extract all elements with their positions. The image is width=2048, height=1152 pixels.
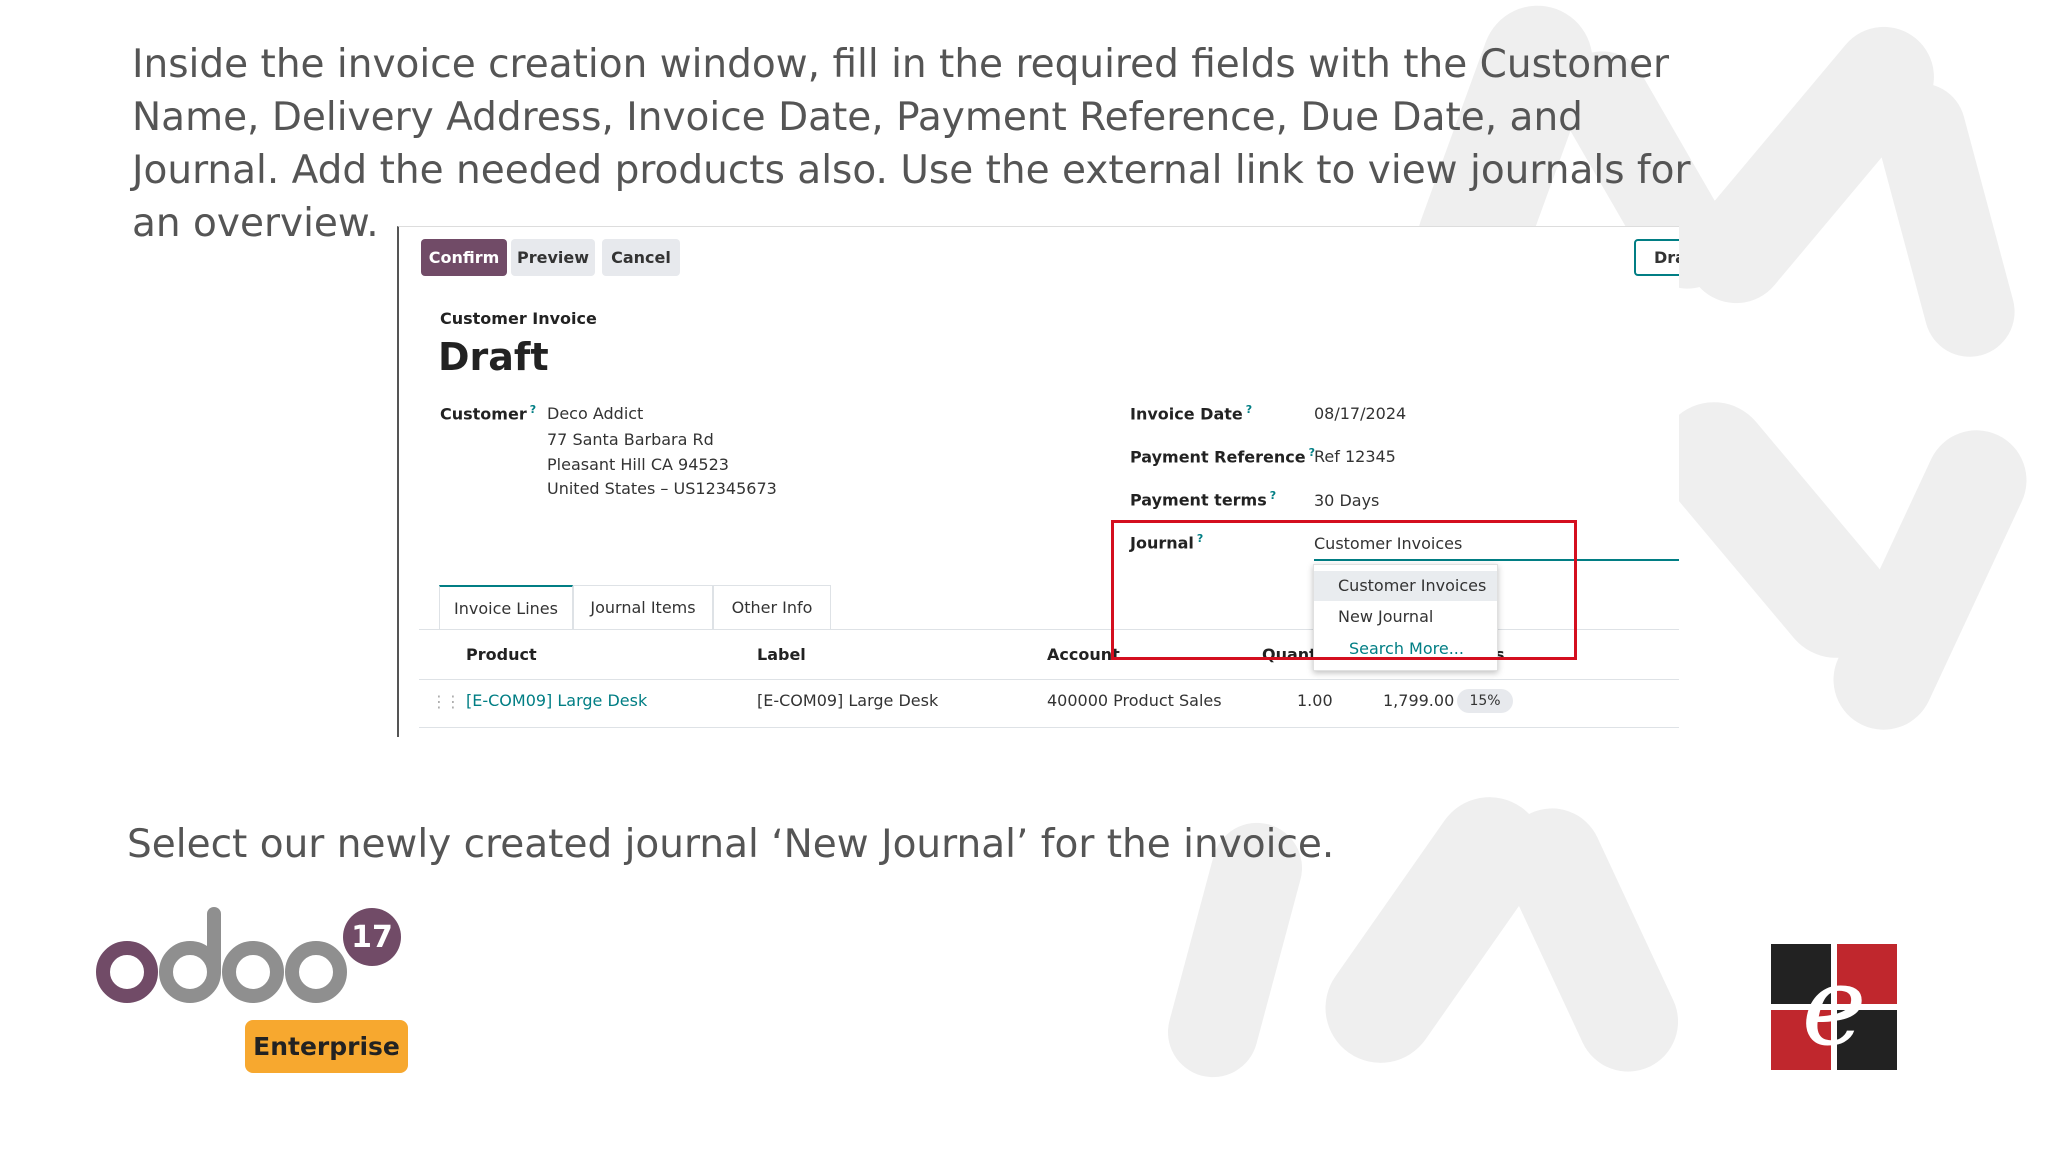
header-divider	[419, 679, 1679, 680]
tax-badge[interactable]: 15%	[1457, 689, 1513, 713]
customer-name-field[interactable]: Deco Addict	[547, 404, 643, 423]
column-header-account[interactable]: Account	[1047, 645, 1120, 664]
row-divider	[419, 727, 1679, 728]
document-type: Customer Invoice	[440, 309, 597, 328]
invoice-screenshot: Confirm Preview Cancel Dra Customer Invo…	[397, 226, 1679, 737]
company-logo: e	[1771, 942, 1897, 1070]
instruction-text: Select our newly created journal ‘New Jo…	[127, 822, 1335, 867]
address-line: Pleasant Hill CA 94523	[547, 455, 729, 474]
address-line: 77 Santa Barbara Rd	[547, 430, 714, 449]
version-number: 17	[351, 920, 393, 955]
payment-reference-field[interactable]: Ref 12345	[1314, 447, 1396, 466]
enterprise-badge: Enterprise	[245, 1020, 408, 1073]
payment-terms-field[interactable]: 30 Days	[1314, 491, 1379, 510]
svg-text:e: e	[1801, 944, 1866, 1070]
cancel-button[interactable]: Cancel	[602, 239, 680, 276]
tab-invoice-lines[interactable]: Invoice Lines	[439, 585, 573, 629]
line-quantity[interactable]: 1.00	[1297, 691, 1333, 710]
preview-button[interactable]: Preview	[511, 239, 595, 276]
draft-button[interactable]: Dra	[1634, 239, 1679, 276]
address-line: United States – US12345673	[547, 479, 777, 498]
line-product[interactable]: [E-COM09] Large Desk	[466, 691, 647, 710]
drag-handle-icon[interactable]: ⋮⋮	[431, 692, 461, 711]
invoice-date-label: Invoice Date?	[1130, 403, 1253, 424]
payment-terms-label: Payment terms?	[1130, 489, 1277, 510]
help-icon[interactable]: ?	[1270, 489, 1276, 502]
column-header-label[interactable]: Label	[757, 645, 806, 664]
line-label[interactable]: [E-COM09] Large Desk	[757, 691, 938, 710]
column-header-product[interactable]: Product	[466, 645, 537, 664]
payment-reference-label: Payment Reference?	[1130, 446, 1316, 467]
help-icon[interactable]: ?	[530, 403, 536, 416]
confirm-button[interactable]: Confirm	[421, 239, 507, 276]
customer-label: Customer?	[440, 403, 537, 424]
line-account[interactable]: 400000 Product Sales	[1047, 691, 1222, 710]
invoice-date-field[interactable]: 08/17/2024	[1314, 404, 1406, 423]
highlight-box	[1111, 520, 1577, 660]
line-price[interactable]: 1,799.00	[1383, 691, 1454, 710]
intro-text: Inside the invoice creation window, fill…	[132, 42, 1691, 246]
tab-other-info[interactable]: Other Info	[713, 585, 831, 629]
tab-journal-items[interactable]: Journal Items	[573, 585, 713, 629]
document-status: Draft	[438, 335, 549, 379]
help-icon[interactable]: ?	[1246, 403, 1252, 416]
